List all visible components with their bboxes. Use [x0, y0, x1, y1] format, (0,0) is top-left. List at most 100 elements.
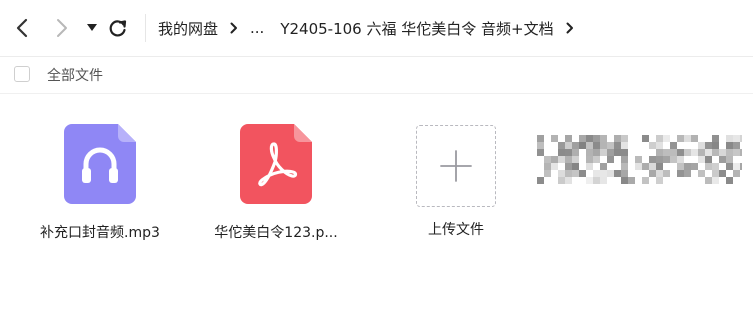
mosaic-cell [558, 149, 565, 156]
mosaic-cell [586, 156, 593, 163]
mosaic-cell [586, 177, 593, 184]
select-all-label: 全部文件 [47, 68, 103, 84]
mosaic-cell [614, 149, 621, 156]
mosaic-cell [600, 163, 607, 170]
mosaic-cell [544, 170, 551, 177]
chevron-right-icon [57, 19, 67, 37]
forward-button[interactable] [50, 16, 74, 40]
mosaic-cell [621, 163, 628, 170]
mosaic-cell [558, 156, 565, 163]
mosaic-cell [593, 156, 600, 163]
mosaic-cell [698, 170, 705, 177]
mosaic-cell [691, 163, 698, 170]
mosaic-cell [621, 156, 628, 163]
mosaic-cell [684, 135, 691, 142]
mosaic-cell [656, 142, 663, 149]
mosaic-cell [614, 142, 621, 149]
mosaic-cell [733, 163, 740, 170]
mosaic-cell [691, 149, 698, 156]
mosaic-cell [656, 149, 663, 156]
mosaic-cell [705, 142, 712, 149]
upload-dropzone[interactable] [416, 125, 496, 207]
mosaic-cell [572, 163, 579, 170]
pixelated-redaction [537, 135, 742, 184]
mosaic-cell [565, 142, 572, 149]
file-item-audio[interactable]: 补充口封音频.mp3 [20, 118, 180, 242]
mosaic-cell [642, 163, 649, 170]
mosaic-cell [663, 156, 670, 163]
mosaic-cell [600, 177, 607, 184]
mosaic-cell [572, 156, 579, 163]
list-header [0, 57, 753, 94]
mosaic-cell [544, 163, 551, 170]
mosaic-cell [726, 149, 733, 156]
mosaic-cell [551, 135, 558, 142]
mosaic-cell [677, 170, 684, 177]
mosaic-cell [649, 163, 656, 170]
mosaic-cell [558, 177, 565, 184]
mosaic-cell [719, 170, 726, 177]
mosaic-cell [712, 149, 719, 156]
mosaic-cell [565, 163, 572, 170]
breadcrumb-separator-icon [230, 22, 238, 34]
mosaic-cell [565, 149, 572, 156]
mosaic-cell [579, 170, 586, 177]
mosaic-cell [565, 177, 572, 184]
mosaic-cell [642, 177, 649, 184]
file-item-pdf[interactable]: 华佗美白令123.p... [196, 118, 356, 242]
mosaic-cell [733, 142, 740, 149]
mosaic-cell [558, 170, 565, 177]
mosaic-cell [642, 135, 649, 142]
breadcrumb-ellipsis[interactable]: ... [250, 19, 264, 37]
mosaic-cell [600, 142, 607, 149]
mosaic-cell [670, 156, 677, 163]
mosaic-cell [726, 135, 733, 142]
mosaic-cell [593, 149, 600, 156]
refresh-button[interactable] [106, 16, 130, 40]
mosaic-cell [565, 170, 572, 177]
mosaic-cell [698, 149, 705, 156]
mosaic-cell [635, 156, 642, 163]
mosaic-cell [705, 156, 712, 163]
mosaic-cell [712, 142, 719, 149]
mosaic-cell [733, 135, 740, 142]
mosaic-cell [649, 142, 656, 149]
mosaic-cell [733, 170, 740, 177]
chevron-left-icon [16, 18, 28, 38]
breadcrumb-current[interactable]: Y2405-106 六福 华佗美白令 音频+文档 [280, 18, 553, 39]
mosaic-cell [656, 135, 663, 142]
mosaic-cell [663, 135, 670, 142]
mosaic-cell [593, 142, 600, 149]
mosaic-cell [621, 170, 628, 177]
mosaic-cell [663, 149, 670, 156]
mosaic-cell [544, 156, 551, 163]
mosaic-cell [684, 149, 691, 156]
mosaic-cell [712, 135, 719, 142]
mosaic-cell [684, 170, 691, 177]
select-all-checkbox[interactable] [14, 66, 30, 82]
mosaic-cell [677, 149, 684, 156]
mosaic-cell [572, 149, 579, 156]
file-name: 华佗美白令123.p... [214, 225, 338, 241]
mosaic-cell [558, 142, 565, 149]
mosaic-cell [740, 149, 742, 156]
back-button[interactable] [10, 16, 34, 40]
mosaic-cell [586, 135, 593, 142]
mosaic-cell [740, 163, 742, 170]
mosaic-cell [635, 163, 642, 170]
upload-label: 上传文件 [428, 222, 484, 238]
mosaic-cell [537, 135, 544, 142]
mosaic-cell [600, 149, 607, 156]
mosaic-cell [656, 177, 663, 184]
breadcrumb-root[interactable]: 我的网盘 [158, 18, 218, 39]
breadcrumb-expand-icon[interactable] [566, 22, 574, 34]
upload-file-tile[interactable]: 上传文件 [376, 118, 536, 239]
history-dropdown-button[interactable] [80, 16, 104, 40]
mosaic-cell [698, 142, 705, 149]
mosaic-cell [705, 163, 712, 170]
mosaic-cell [705, 149, 712, 156]
mosaic-cell [719, 149, 726, 156]
mosaic-cell [607, 156, 614, 163]
mosaic-cell [726, 156, 733, 163]
mosaic-cell [551, 163, 558, 170]
